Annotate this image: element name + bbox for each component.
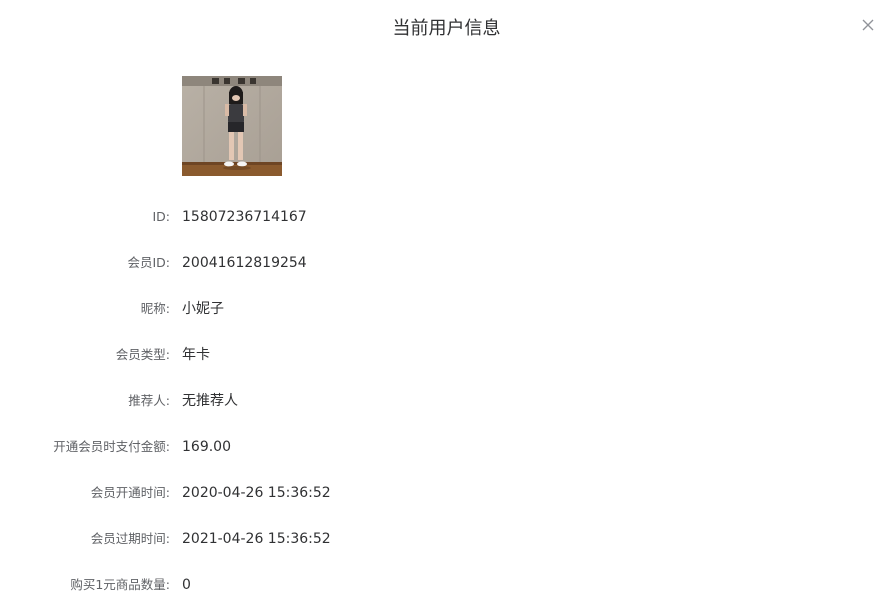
field-label: 开通会员时支付金额: xyxy=(53,439,170,454)
field-row-nickname: 昵称: 小妮子 xyxy=(0,298,893,320)
field-label: 会员开通时间: xyxy=(90,485,170,500)
field-row-member-id: 会员ID: 20041612819254 xyxy=(0,252,893,274)
dialog-title: 当前用户信息 xyxy=(392,18,501,39)
field-value: 年卡 xyxy=(182,347,210,363)
field-label: 昵称: xyxy=(140,301,170,316)
field-row-id: ID: 15807236714167 xyxy=(0,206,893,228)
field-value: 15807236714167 xyxy=(182,209,307,225)
field-value: 0 xyxy=(182,577,191,593)
avatar xyxy=(182,76,282,176)
field-row-member-type: 会员类型: 年卡 xyxy=(0,344,893,366)
field-row-expire-time: 会员过期时间: 2021-04-26 15:36:52 xyxy=(0,528,893,550)
field-row-referrer: 推荐人: 无推荐人 xyxy=(0,390,893,412)
field-label: 推荐人: xyxy=(128,393,170,408)
field-label: 会员ID: xyxy=(127,255,170,270)
field-label: 会员过期时间: xyxy=(90,531,170,546)
close-icon[interactable] xyxy=(861,18,875,32)
field-value: 2021-04-26 15:36:52 xyxy=(182,531,331,547)
field-label: 购买1元商品数量: xyxy=(70,577,170,592)
field-row-start-time: 会员开通时间: 2020-04-26 15:36:52 xyxy=(0,482,893,504)
user-info-dialog: 当前用户信息 ID: 15807236714167 会员ID: 20041612… xyxy=(0,0,893,601)
field-value: 小妮子 xyxy=(182,301,224,317)
field-value: 2020-04-26 15:36:52 xyxy=(182,485,331,501)
field-row-one-yuan-count: 购买1元商品数量: 0 xyxy=(0,574,893,596)
field-row-paid-amount: 开通会员时支付金额: 169.00 xyxy=(0,436,893,458)
field-value: 20041612819254 xyxy=(182,255,307,271)
field-label: ID: xyxy=(152,209,170,224)
field-value: 169.00 xyxy=(182,439,231,455)
field-label: 会员类型: xyxy=(115,347,170,362)
field-value: 无推荐人 xyxy=(182,393,238,409)
